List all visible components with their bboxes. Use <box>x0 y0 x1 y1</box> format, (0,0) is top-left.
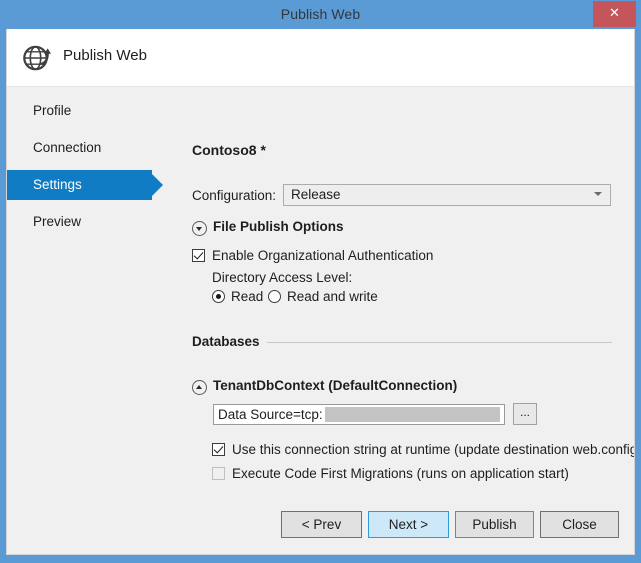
file-publish-options-title: File Publish Options <box>213 219 344 234</box>
sidebar-item-preview[interactable]: Preview <box>7 207 152 237</box>
close-button[interactable]: ✕ <box>593 1 636 27</box>
execute-migrations-label: Execute Code First Migrations (runs on a… <box>232 466 569 481</box>
access-level-read-write-label: Read and write <box>287 289 378 304</box>
sidebar-item-label: Preview <box>33 214 82 229</box>
page-title: Contoso8 * <box>192 142 266 158</box>
publish-button[interactable]: Publish <box>455 511 534 538</box>
sidebar-item-profile[interactable]: Profile <box>7 96 152 126</box>
dialog-header-title: Publish Web <box>63 47 147 64</box>
enable-org-auth-checkbox[interactable] <box>192 249 205 262</box>
settings-panel: Contoso8 * Configuration: Release File P… <box>175 88 634 554</box>
configuration-value: Release <box>291 187 341 202</box>
globe-publish-icon <box>19 40 55 76</box>
access-level-read-label: Read <box>231 289 264 304</box>
dialog-client-area: Publish Web Profile Connection Settings … <box>6 29 635 555</box>
sidebar-item-connection[interactable]: Connection <box>7 133 152 163</box>
chevron-up-icon <box>196 385 202 389</box>
redaction-overlay <box>325 407 500 422</box>
file-publish-options-expander[interactable] <box>192 221 207 236</box>
db-context-expander[interactable] <box>192 380 207 395</box>
next-button-label: Next > <box>388 517 429 532</box>
publish-button-label: Publish <box>472 517 517 532</box>
chevron-down-icon <box>594 192 602 196</box>
sidebar-item-label: Settings <box>33 177 82 192</box>
databases-section-label: Databases <box>192 334 267 349</box>
db-context-title: TenantDbContext (DefaultConnection) <box>213 378 458 393</box>
use-connection-string-label: Use this connection string at runtime (u… <box>232 442 635 457</box>
connection-string-value: Data Source=tcp: <box>218 407 323 422</box>
ellipsis-icon: ... <box>519 405 530 419</box>
access-level-read-write-radio[interactable] <box>268 290 281 303</box>
title-bar: Publish Web ✕ <box>0 0 641 29</box>
access-level-read-radio[interactable] <box>212 290 225 303</box>
chevron-down-icon <box>196 227 202 231</box>
sidebar-nav: Profile Connection Settings Preview <box>7 88 175 554</box>
publish-web-dialog: Publish Web ✕ Publish Web Profile Connec… <box>0 0 641 563</box>
configuration-label: Configuration: <box>192 188 277 203</box>
browse-connection-button[interactable]: ... <box>513 403 537 425</box>
directory-access-level-label: Directory Access Level: <box>212 270 353 285</box>
prev-button[interactable]: < Prev <box>281 511 362 538</box>
execute-migrations-checkbox[interactable] <box>212 467 225 480</box>
sidebar-item-label: Connection <box>33 140 102 155</box>
sidebar-item-label: Profile <box>33 103 72 118</box>
enable-org-auth-label: Enable Organizational Authentication <box>212 248 434 263</box>
use-connection-string-checkbox[interactable] <box>212 443 225 456</box>
configuration-select[interactable]: Release <box>283 184 611 206</box>
next-button[interactable]: Next > <box>368 511 449 538</box>
close-dialog-button[interactable]: Close <box>540 511 619 538</box>
dialog-footer: < Prev Next > Publish Close <box>7 497 634 554</box>
connection-string-input[interactable]: Data Source=tcp: <box>213 404 505 425</box>
dialog-header: Publish Web <box>7 29 634 87</box>
prev-button-label: < Prev <box>301 517 342 532</box>
sidebar-item-settings[interactable]: Settings <box>7 170 163 200</box>
window-title: Publish Web <box>280 6 361 22</box>
selection-arrow-icon <box>152 174 163 196</box>
close-icon: ✕ <box>609 6 620 21</box>
close-dialog-button-label: Close <box>562 517 597 532</box>
